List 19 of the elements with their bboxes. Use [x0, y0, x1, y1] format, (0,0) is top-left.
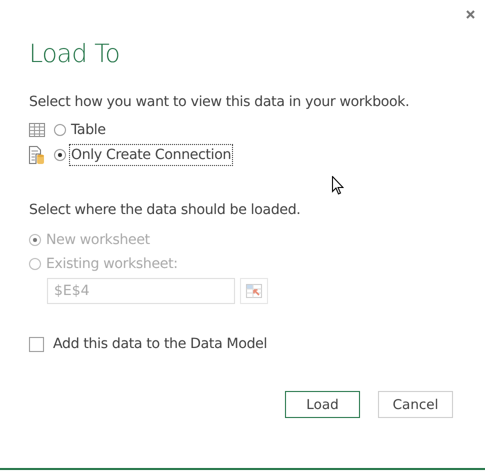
- radio-label[interactable]: Table: [71, 120, 106, 138]
- radio-button[interactable]: [54, 148, 66, 160]
- range-select-icon: [246, 284, 262, 298]
- dialog-button[interactable]: Load: [285, 391, 360, 418]
- section-heading: Select how you want to view this data in your workbook.: [29, 93, 410, 111]
- connection-icon: [29, 146, 45, 164]
- radio-label: Existing worksheet:: [46, 255, 178, 273]
- dialog-title: Load To: [29, 38, 120, 70]
- mouse-pointer-icon: [332, 176, 344, 195]
- radio-label[interactable]: Only Create Connection: [71, 146, 232, 164]
- checkbox[interactable]: [29, 336, 44, 352]
- reference-field: $E$4: [47, 278, 235, 304]
- checkbox-label[interactable]: Add this data to the Data Model: [53, 335, 268, 353]
- close-icon[interactable]: [466, 10, 475, 19]
- dialog-button[interactable]: Cancel: [378, 391, 453, 418]
- radio-label: New worksheet: [46, 231, 150, 249]
- radio-button[interactable]: [54, 124, 66, 136]
- section-heading: Select where the data should be loaded.: [29, 201, 302, 219]
- table-icon: [29, 122, 45, 136]
